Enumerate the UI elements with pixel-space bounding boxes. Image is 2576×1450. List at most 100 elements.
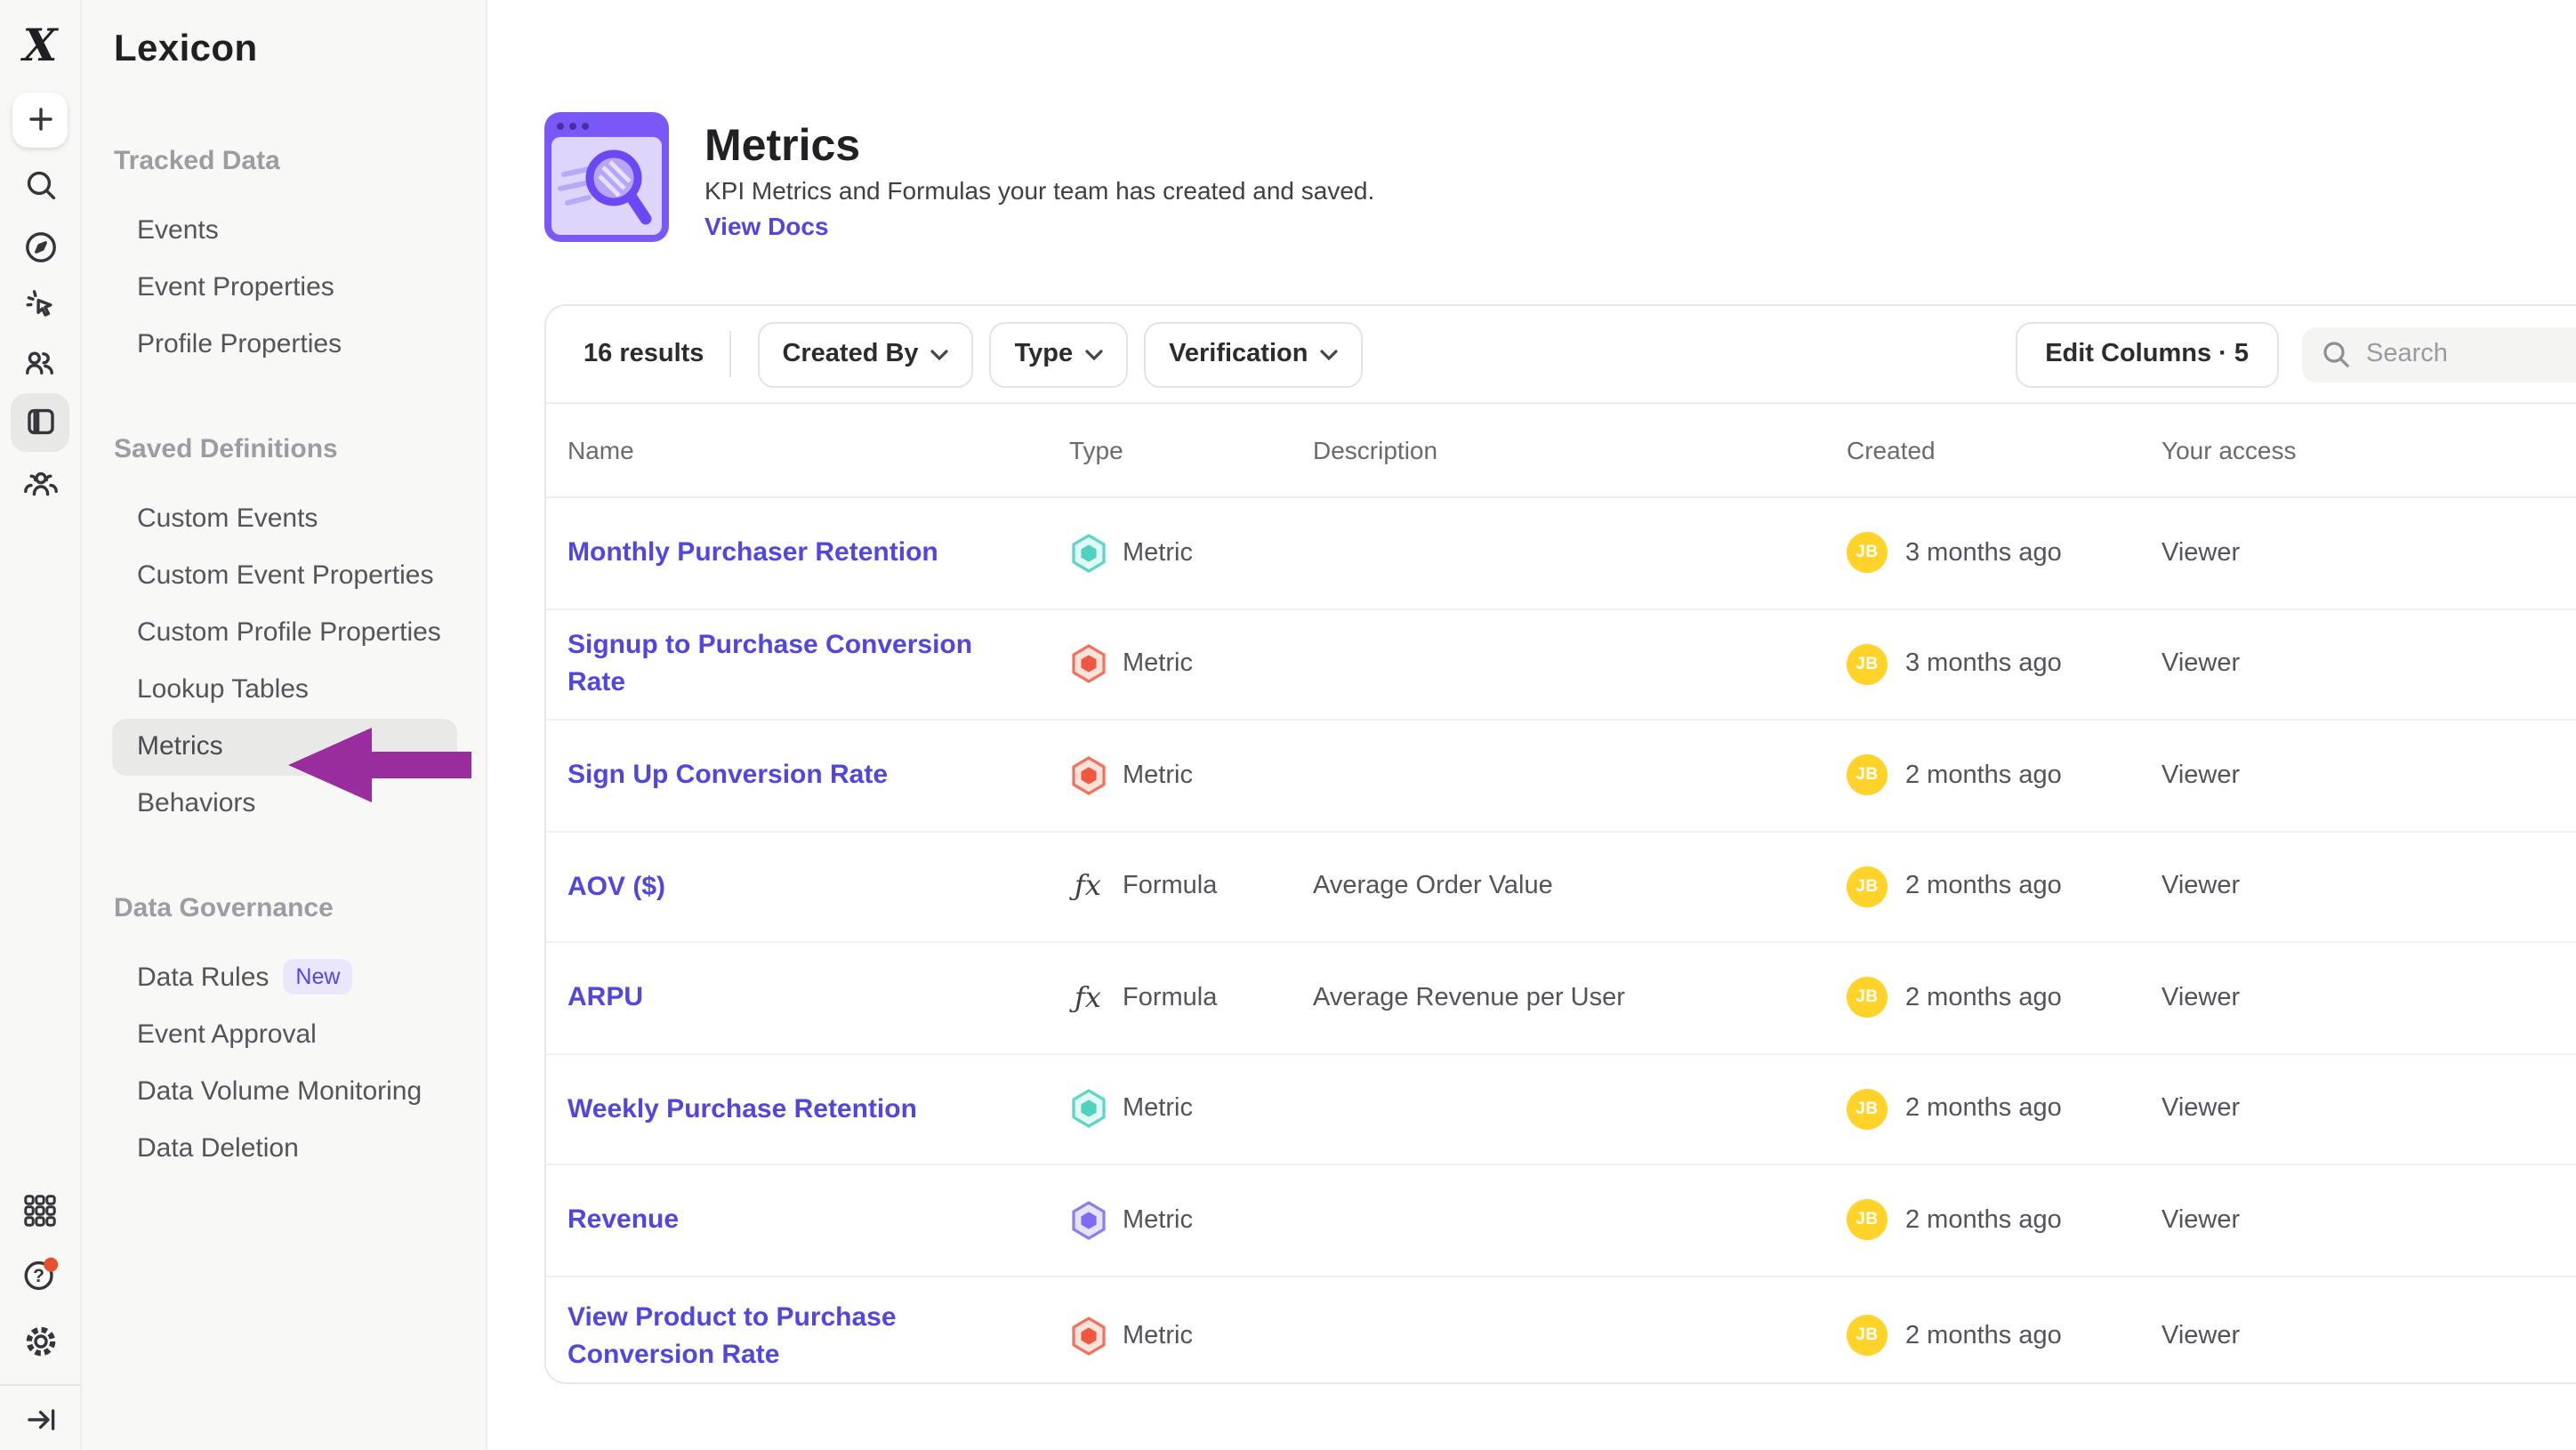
metric-type-icon: ƒx <box>1069 1315 1107 1356</box>
chevron-down-icon <box>1085 348 1103 360</box>
app-grid-icon <box>23 1193 57 1227</box>
users-nav-button[interactable] <box>0 333 80 393</box>
avatar: JB <box>1847 644 1888 685</box>
chevron-down-icon <box>1320 348 1338 360</box>
verification-filter[interactable]: Verification <box>1144 321 1363 387</box>
column-header-name[interactable]: Name <box>568 436 1069 464</box>
apps-button[interactable] <box>0 1180 80 1240</box>
search-icon <box>22 167 58 203</box>
create-new-button[interactable] <box>0 89 80 149</box>
metric-name-link[interactable]: View Product to Purchase Conversion Rate <box>568 1298 1069 1373</box>
compass-icon <box>22 230 58 265</box>
lexicon-nav-button[interactable] <box>0 391 80 452</box>
sidebar-item-lookup-tables[interactable]: Lookup Tables <box>82 662 486 719</box>
metric-name-link[interactable]: Monthly Purchaser Retention <box>568 535 1069 572</box>
metric-name-link[interactable]: AOV ($) <box>568 868 1069 906</box>
metric-name-link[interactable]: Weekly Purchase Retention <box>568 1091 1069 1128</box>
sidebar-item-data-deletion[interactable]: Data Deletion <box>82 1121 486 1178</box>
plus-icon <box>12 92 68 147</box>
notification-dot <box>43 1257 57 1271</box>
results-count: 16 results <box>584 340 704 368</box>
page-title: Metrics <box>704 121 860 173</box>
lexicon-book-icon <box>22 404 58 439</box>
table-row: Revenue ƒxMetric JB2 months ago Viewer <box>546 1165 2576 1277</box>
section-header-saved-definitions: Saved Definitions <box>82 432 486 468</box>
type-label: Metric <box>1123 539 1193 568</box>
type-label: Metric <box>1123 1321 1193 1349</box>
metric-type-icon: ƒx <box>1069 755 1107 796</box>
table-row: AOV ($) ƒx Formula Average Order Value JB… <box>546 832 2576 943</box>
users-icon <box>21 345 59 381</box>
type-label: Formula <box>1123 873 1217 901</box>
metrics-table-card: 16 results Created By Type Verification … <box>544 304 2576 1384</box>
access-cell: Viewer <box>2161 1206 2576 1235</box>
help-icon: ? <box>20 1255 60 1293</box>
metric-name-link[interactable]: Signup to Purchase Conversion Rate <box>568 627 1069 702</box>
sidebar-item-data-volume-monitoring[interactable]: Data Volume Monitoring <box>82 1064 486 1121</box>
sidebar-item-behaviors[interactable]: Behaviors <box>82 776 486 833</box>
section-header-tracked-data: Tracked Data <box>82 144 486 180</box>
metric-type-icon: ƒx <box>1069 1089 1107 1130</box>
sidebar: Lexicon Tracked Data Events Event Proper… <box>82 0 487 1450</box>
created-cell: 2 months ago <box>1905 1095 2062 1124</box>
created-cell: 2 months ago <box>1905 761 2062 790</box>
discover-nav-button[interactable] <box>0 217 80 278</box>
sidebar-item-custom-event-properties[interactable]: Custom Event Properties <box>82 548 486 605</box>
formula-type-icon: ƒx <box>1069 866 1107 907</box>
access-cell: Viewer <box>2161 761 2576 790</box>
access-cell: Viewer <box>2161 650 2576 679</box>
avatar: JB <box>1847 866 1888 907</box>
rail-divider <box>0 1384 80 1386</box>
sidebar-item-metrics[interactable]: Metrics <box>112 719 457 776</box>
created-by-filter[interactable]: Created By <box>757 321 973 387</box>
formula-type-icon: ƒx <box>1069 978 1107 1019</box>
column-header-description[interactable]: Description <box>1313 436 1847 464</box>
description-cell: Average Revenue per User <box>1313 984 1847 1012</box>
collapse-button[interactable] <box>0 1390 80 1450</box>
metric-name-link[interactable]: Sign Up Conversion Rate <box>568 757 1069 794</box>
table-row: Weekly Purchase Retention ƒxMetric JB2 m… <box>546 1054 2576 1165</box>
metric-type-icon: ƒx <box>1069 533 1107 574</box>
column-header-type[interactable]: Type <box>1069 436 1313 464</box>
metrics-app-icon <box>544 112 669 251</box>
community-nav-button[interactable] <box>0 454 80 514</box>
sidebar-item-events[interactable]: Events <box>82 203 486 260</box>
edit-columns-button[interactable]: Edit Columns · 5 <box>2015 321 2279 387</box>
created-cell: 2 months ago <box>1905 1321 2062 1349</box>
created-cell: 3 months ago <box>1905 539 2062 568</box>
created-cell: 2 months ago <box>1905 873 2062 901</box>
description-cell: Average Order Value <box>1313 873 1847 901</box>
metric-name-link[interactable]: ARPU <box>568 979 1069 1017</box>
created-cell: 2 months ago <box>1905 1206 2062 1235</box>
avatar: JB <box>1847 1200 1888 1241</box>
access-cell: Viewer <box>2161 1321 2576 1349</box>
column-header-your-access[interactable]: Your access <box>2161 436 2576 464</box>
svg-text:?: ? <box>32 1265 44 1285</box>
settings-gear-icon <box>22 1324 58 1359</box>
help-button[interactable]: ? <box>0 1244 80 1304</box>
sidebar-item-event-approval[interactable]: Event Approval <box>82 1007 486 1064</box>
type-filter[interactable]: Type <box>990 321 1129 387</box>
avatar: JB <box>1847 1089 1888 1130</box>
sidebar-item-custom-events[interactable]: Custom Events <box>82 491 486 548</box>
avatar: JB <box>1847 533 1888 574</box>
settings-button[interactable] <box>0 1311 80 1372</box>
sidebar-item-data-rules[interactable]: Data RulesNew <box>82 950 486 1007</box>
sidebar-title: Lexicon <box>114 28 486 71</box>
column-header-created[interactable]: Created <box>1847 436 2161 464</box>
search-nav-button[interactable] <box>0 155 80 215</box>
type-label: Metric <box>1123 761 1193 790</box>
cursor-click-icon <box>22 286 58 322</box>
search-icon <box>2322 339 2352 369</box>
view-docs-link[interactable]: View Docs <box>704 212 829 240</box>
table-header: Name Type Description Created Your acces… <box>546 402 2576 498</box>
sidebar-item-event-properties[interactable]: Event Properties <box>82 260 486 317</box>
metric-name-link[interactable]: Revenue <box>568 1202 1069 1239</box>
created-cell: 3 months ago <box>1905 650 2062 679</box>
access-cell: Viewer <box>2161 873 2576 901</box>
page-subtitle: KPI Metrics and Formulas your team has c… <box>704 176 1374 205</box>
sidebar-item-profile-properties[interactable]: Profile Properties <box>82 317 486 374</box>
events-nav-button[interactable] <box>0 274 80 334</box>
mixpanel-logo[interactable]: X <box>0 14 80 75</box>
sidebar-item-custom-profile-properties[interactable]: Custom Profile Properties <box>82 605 486 662</box>
